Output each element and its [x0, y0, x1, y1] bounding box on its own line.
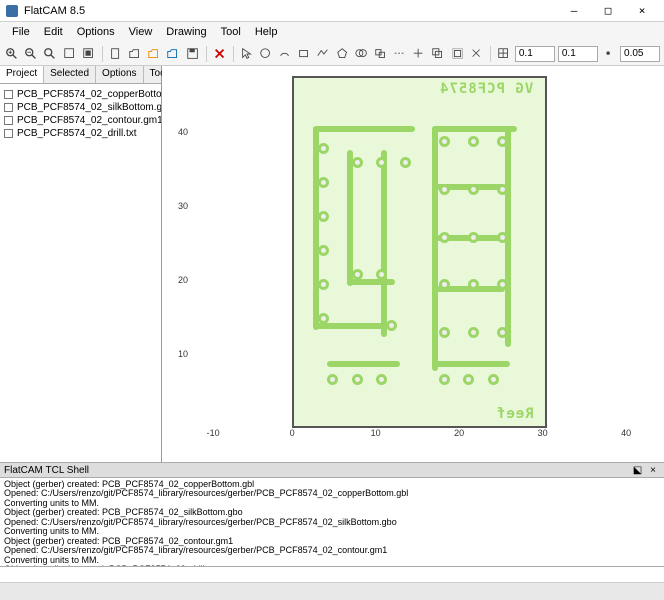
sidebar: Project Selected Options Tool PCB_PCF857… [0, 66, 162, 462]
file-item[interactable]: PCB_PCF8574_02_drill.txt [4, 127, 157, 140]
app-icon [6, 5, 18, 17]
buffer-icon[interactable] [449, 45, 465, 63]
shell-input[interactable] [0, 566, 664, 582]
menu-edit[interactable]: Edit [38, 24, 69, 40]
statusbar [0, 582, 664, 600]
file-list: PCB_PCF8574_02_copperBottom.gbl PCB_PCF8… [0, 84, 161, 462]
grid-icon[interactable] [496, 45, 512, 63]
save-icon[interactable] [184, 45, 200, 63]
copy-icon[interactable] [430, 45, 446, 63]
shell-header: FlatCAM TCL Shell ⬕ × [0, 462, 664, 478]
tab-options[interactable]: Options [96, 66, 143, 83]
new-icon[interactable] [108, 45, 124, 63]
sidebar-tabs: Project Selected Options Tool [0, 66, 161, 84]
shell-close-icon[interactable]: × [646, 465, 660, 476]
file-item[interactable]: PCB_PCF8574_02_silkBottom.gbo [4, 101, 157, 114]
open-excellon-icon[interactable] [146, 45, 162, 63]
snap-icon[interactable] [601, 45, 617, 63]
snap-input[interactable] [620, 46, 660, 62]
union-icon[interactable] [354, 45, 370, 63]
shell-pin-icon[interactable]: ⬕ [629, 465, 646, 476]
add-circle-icon[interactable] [258, 45, 274, 63]
window-title: FlatCAM 8.5 [24, 5, 558, 17]
replot-icon[interactable] [81, 45, 97, 63]
delete-icon[interactable] [212, 45, 228, 63]
add-rect-icon[interactable] [296, 45, 312, 63]
file-item[interactable]: PCB_PCF8574_02_copperBottom.gbl [4, 88, 157, 101]
add-path-icon[interactable] [315, 45, 331, 63]
grid-y-input[interactable] [558, 46, 598, 62]
zoom-fit-icon[interactable] [42, 45, 58, 63]
titlebar: FlatCAM 8.5 — □ × [0, 0, 664, 22]
add-arc-icon[interactable] [277, 45, 293, 63]
y-axis: 40 30 20 10 [166, 76, 190, 428]
menu-drawing[interactable]: Drawing [160, 24, 212, 40]
tab-selected[interactable]: Selected [44, 66, 96, 83]
minimize-button[interactable]: — [558, 2, 590, 20]
toolbar [0, 42, 664, 66]
gerber-icon [4, 116, 13, 125]
zoom-out-icon[interactable] [23, 45, 39, 63]
clear-plot-icon[interactable] [62, 45, 78, 63]
gerber-icon [4, 90, 13, 99]
file-item[interactable]: PCB_PCF8574_02_contour.gm1 [4, 114, 157, 127]
add-poly-icon[interactable] [334, 45, 350, 63]
zoom-in-icon[interactable] [4, 45, 20, 63]
menu-file[interactable]: File [6, 24, 36, 40]
main-area: Project Selected Options Tool PCB_PCF857… [0, 66, 664, 462]
x-axis: -10 0 10 20 30 40 [190, 428, 654, 440]
cut-path-icon[interactable] [392, 45, 408, 63]
menu-help[interactable]: Help [249, 24, 284, 40]
canvas[interactable]: 40 30 20 10 -10 0 10 20 30 40 VG PCF8574… [162, 66, 664, 462]
menu-tool[interactable]: Tool [215, 24, 247, 40]
del-shape-icon[interactable] [469, 45, 485, 63]
tab-project[interactable]: Project [0, 66, 44, 83]
close-button[interactable]: × [626, 2, 658, 20]
open-gcode-icon[interactable] [165, 45, 181, 63]
move-icon[interactable] [411, 45, 427, 63]
menubar: File Edit Options View Drawing Tool Help [0, 22, 664, 42]
open-gerber-icon[interactable] [127, 45, 143, 63]
maximize-button[interactable]: □ [592, 2, 624, 20]
excellon-icon [4, 129, 13, 138]
gerber-icon [4, 103, 13, 112]
menu-options[interactable]: Options [71, 24, 121, 40]
shell-output[interactable]: Object (gerber) created: PCB_PCF8574_02_… [0, 478, 664, 566]
pcb-board: VG PCF8574 Reef [292, 76, 547, 428]
shell-title: FlatCAM TCL Shell [4, 465, 89, 476]
plot-area[interactable]: VG PCF8574 Reef [190, 76, 654, 428]
menu-view[interactable]: View [123, 24, 159, 40]
select-icon[interactable] [239, 45, 255, 63]
intersection-icon[interactable] [373, 45, 389, 63]
grid-x-input[interactable] [515, 46, 555, 62]
